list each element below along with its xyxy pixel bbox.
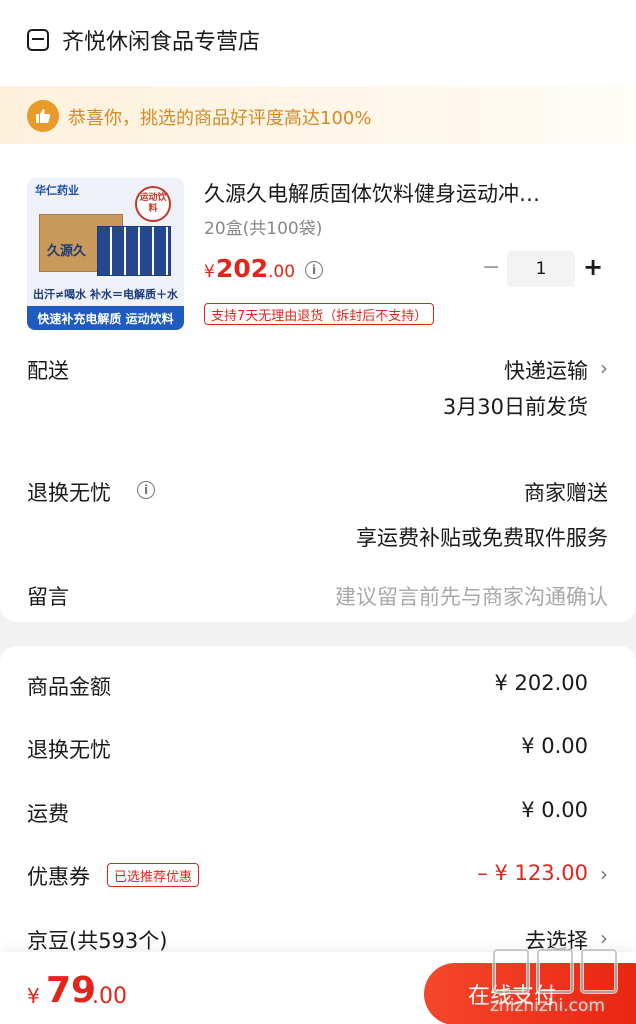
worry-free-label: 退换无忧 <box>27 481 111 505</box>
jingdou-label: 京豆(共593个) <box>27 929 168 953</box>
price-currency: ¥ <box>204 262 215 282</box>
pay-online-button[interactable]: 在线支付 <box>424 963 636 1024</box>
product-packs <box>97 226 171 276</box>
product-image-slogan: 出汗≠喝水 补水＝电解质＋水 <box>32 288 179 301</box>
coupon-label: 优惠券 <box>27 865 90 889</box>
total-currency: ¥ <box>27 984 40 1008</box>
store-icon <box>27 29 49 51</box>
product-image-tag: 运动饮料 <box>135 186 171 222</box>
product-image-banner: 快速补充电解质 运动饮料 <box>27 306 184 330</box>
product-title[interactable]: 久源久电解质固体饮料健身运动冲… <box>204 178 540 208</box>
store-name[interactable]: 齐悦休闲食品专营店 <box>62 24 260 56</box>
thumbs-up-icon <box>27 100 59 132</box>
rating-banner-text: 恭喜你，挑选的商品好评度高达100% <box>68 108 372 129</box>
pay-button-label: 在线支付 <box>468 983 557 1008</box>
product-image[interactable]: 华仁药业 久源久 运动饮料 出汗≠喝水 补水＝电解质＋水 快速补充电解质 运动饮… <box>27 178 184 330</box>
total-decimal: .00 <box>92 984 127 1009</box>
message-label: 留言 <box>27 585 69 609</box>
worry-free-fee-label: 退换无忧 <box>27 738 111 762</box>
worry-free-fee-value: ¥ 0.00 <box>521 734 588 758</box>
shipping-label: 运费 <box>27 802 69 826</box>
delivery-ship-date: 3月30日前发货 <box>442 395 588 419</box>
worry-free-value: 商家赠送 <box>524 481 608 505</box>
coupon-tag: 已选推荐优惠 <box>107 863 200 887</box>
goods-amount-value: ¥ 202.00 <box>494 671 588 695</box>
product-spec: 20盒(共100袋) <box>204 219 323 239</box>
price-decimal: .00 <box>268 262 296 282</box>
chevron-right-icon[interactable]: › <box>600 862 608 886</box>
chevron-right-icon[interactable]: › <box>600 356 608 380</box>
quantity-minus-button[interactable]: − <box>482 255 500 280</box>
coupon-value[interactable]: – ¥ 123.00 <box>477 861 588 885</box>
worry-free-note: 享运费补贴或免费取件服务 <box>356 526 608 550</box>
quantity-input[interactable]: 1 <box>507 251 575 287</box>
total-integer: 79 <box>46 970 97 1011</box>
worry-free-info-icon[interactable]: i <box>137 481 155 499</box>
return-policy-tag: 支持7天无理由退货（拆封后不支持） <box>204 303 435 325</box>
goods-amount-label: 商品金额 <box>27 675 111 699</box>
message-input[interactable]: 建议留言前先与商家沟通确认 <box>335 581 608 611</box>
product-brand: 华仁药业 <box>35 184 79 197</box>
chevron-right-icon[interactable]: › <box>600 926 608 950</box>
price-integer: 202 <box>216 254 269 283</box>
shipping-value: ¥ 0.00 <box>521 798 588 822</box>
delivery-label: 配送 <box>27 359 69 383</box>
price-info-icon[interactable]: i <box>305 261 323 279</box>
quantity-plus-button[interactable]: + <box>583 253 603 281</box>
jingdou-select[interactable]: 去选择 <box>525 925 588 955</box>
product-box-label: 久源久 <box>47 244 87 259</box>
delivery-method[interactable]: 快递运输 <box>504 355 588 385</box>
